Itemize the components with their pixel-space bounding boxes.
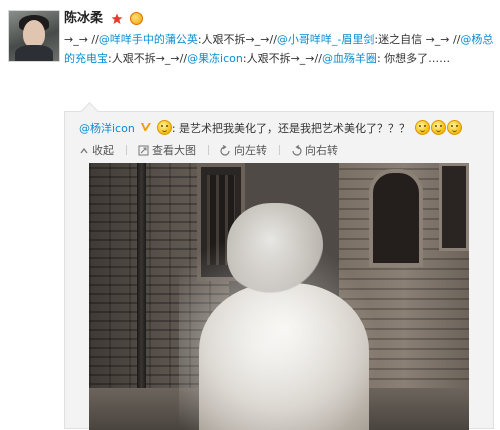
mention-link[interactable]: @果冻icon (187, 52, 243, 65)
smiley-icon (156, 120, 172, 135)
avatar-face (23, 20, 45, 48)
mention-link[interactable]: @咩咩手中的蒲公英 (99, 33, 198, 46)
smiley-icon (446, 120, 462, 135)
toolbar-divider (278, 145, 280, 155)
collect-button[interactable]: 收起 (79, 142, 114, 158)
post-text-segment: →_→ // (64, 33, 99, 46)
mention-link[interactable]: @血殇羊圈 (322, 52, 377, 65)
post-text-segment: :迷之自信 →_→ // (374, 33, 461, 46)
star-icon (111, 13, 123, 24)
verified-v-icon (141, 123, 152, 131)
toolbar-divider (125, 145, 127, 155)
post-text-segment: :人艰不拆→_→// (108, 52, 188, 65)
smiley-icon (430, 120, 446, 135)
collapse-icon (80, 147, 88, 154)
post-text-segment: :人艰不拆→_→// (197, 33, 277, 46)
repost-photo[interactable] (89, 163, 469, 430)
post-text-segment: : 你想多了…… (376, 52, 451, 65)
author-name[interactable]: 陈冰柔 (64, 11, 103, 26)
rotate-right-button[interactable]: 向右转 (291, 142, 338, 158)
repost-author-link[interactable]: @杨洋icon (79, 122, 135, 135)
view-large-button[interactable]: 查看大图 (138, 142, 196, 158)
rotate-right-label: 向右转 (305, 144, 338, 157)
rotate-right-icon (292, 144, 302, 156)
repost-text: : 是艺术把我美化了，还是我把艺术美化了？？？ (171, 122, 411, 135)
magnify-icon (138, 145, 149, 156)
smiley-icon (414, 120, 430, 135)
collect-label: 收起 (92, 144, 114, 157)
dust-cloud (179, 223, 389, 430)
avatar-body (15, 45, 53, 61)
weibo-post: 陈冰柔 →_→ //@咩咩手中的蒲公英:人艰不拆→_→//@小哥咩咩_-眉里剑:… (0, 0, 500, 430)
post-text: →_→ //@咩咩手中的蒲公英:人艰不拆→_→//@小哥咩咩_-眉里剑:迷之自信… (64, 30, 494, 68)
vip-emoji-icon (130, 12, 144, 25)
author-line: 陈冰柔 (64, 10, 494, 28)
view-large-label: 查看大图 (152, 144, 196, 157)
repost-header: @杨洋icon : 是艺术把我美化了，还是我把艺术美化了？？？ (79, 120, 462, 137)
window (439, 163, 469, 251)
rotate-left-button[interactable]: 向左转 (220, 142, 267, 158)
rotate-left-icon (220, 144, 230, 156)
repost-box: @杨洋icon : 是艺术把我美化了，还是我把艺术美化了？？？ 收起 查看大图 … (64, 102, 494, 430)
post-content: 陈冰柔 →_→ //@咩咩手中的蒲公英:人艰不拆→_→//@小哥咩咩_-眉里剑:… (64, 10, 494, 68)
rotate-left-label: 向左转 (234, 144, 267, 157)
mention-link[interactable]: @小哥咩咩_-眉里剑 (277, 33, 374, 46)
post-text-segment: :人艰不拆→_→// (242, 52, 322, 65)
toolbar-divider (207, 145, 209, 155)
avatar[interactable] (8, 10, 60, 62)
image-toolbar: 收起 查看大图 向左转 向右转 (79, 142, 346, 158)
repost-pointer (80, 102, 99, 121)
